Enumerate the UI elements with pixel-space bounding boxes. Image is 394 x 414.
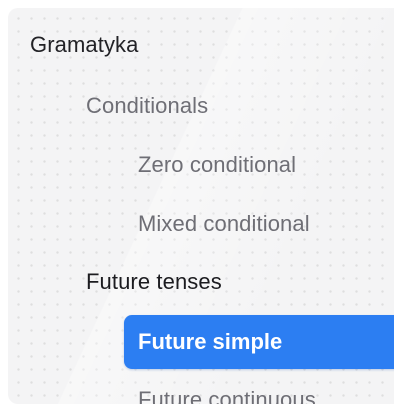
tree-item-label: Mixed conditional bbox=[138, 211, 310, 236]
tree-item-label: Conditionals bbox=[86, 93, 209, 118]
tree-item-zero-conditional[interactable]: Zero conditional bbox=[138, 145, 296, 185]
tree-item-label: Future tenses bbox=[86, 269, 222, 294]
tree-item-future-continuous[interactable]: Future continuous bbox=[138, 380, 316, 404]
tree-item-label: Future simple bbox=[138, 329, 283, 354]
navigation-panel: Gramatyka Conditionals Zero conditional … bbox=[8, 8, 394, 404]
tree-item-label: Future continuous bbox=[138, 387, 316, 404]
tree-item-gramatyka[interactable]: Gramatyka bbox=[30, 25, 138, 65]
tree-item-conditionals[interactable]: Conditionals bbox=[86, 86, 208, 126]
tree-item-label: Zero conditional bbox=[138, 152, 297, 177]
tree-item-label: Gramatyka bbox=[30, 32, 139, 57]
grammar-tree: Gramatyka Conditionals Zero conditional … bbox=[8, 8, 394, 404]
tree-item-future-tenses[interactable]: Future tenses bbox=[86, 262, 222, 302]
tree-item-future-simple-selected[interactable]: Future simple bbox=[124, 315, 394, 369]
tree-item-mixed-conditional[interactable]: Mixed conditional bbox=[138, 204, 310, 244]
